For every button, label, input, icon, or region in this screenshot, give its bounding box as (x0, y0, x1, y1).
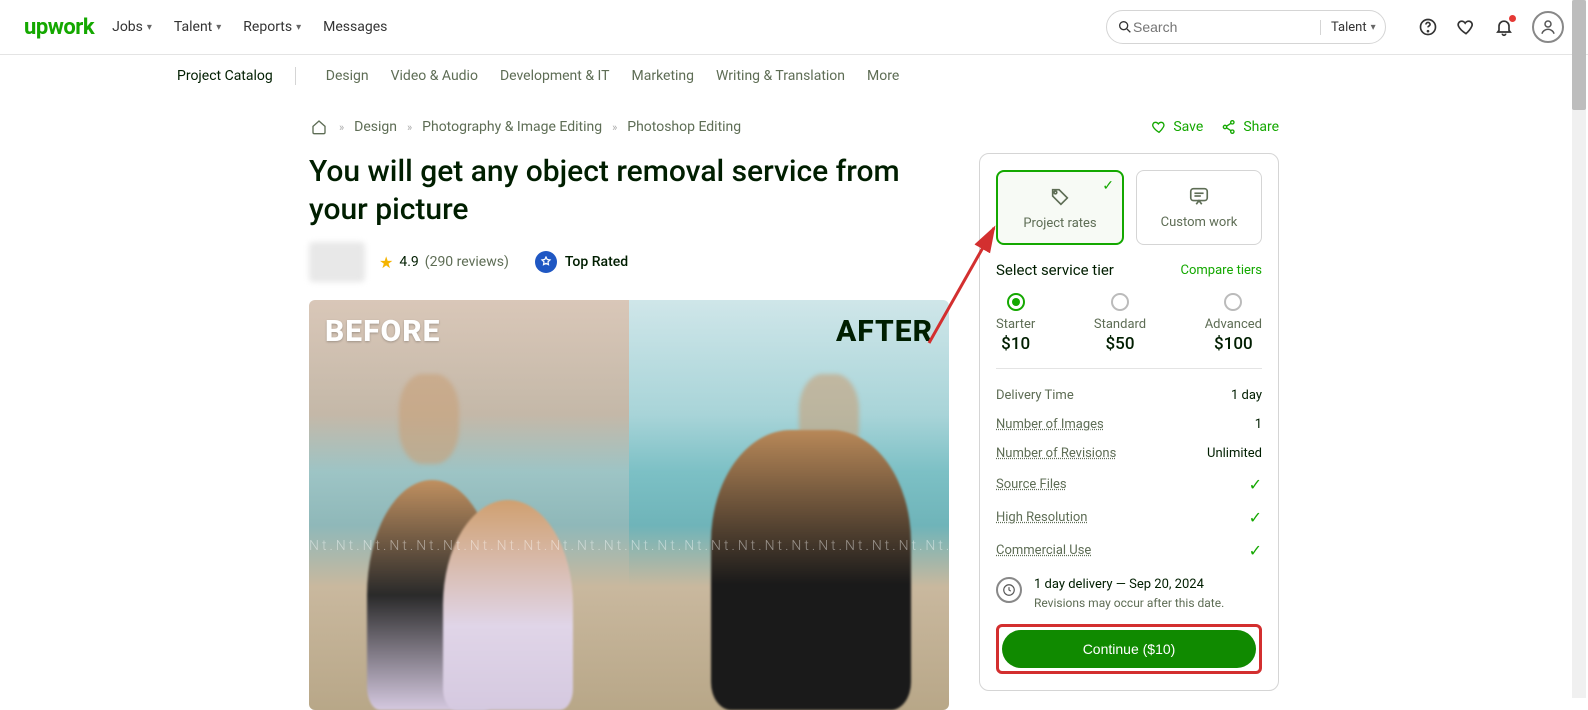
feat-source-k[interactable]: Source Files (996, 477, 1067, 492)
tier-name: Standard (1094, 317, 1146, 332)
chevron-down-icon: ▾ (147, 22, 152, 33)
subnav-more[interactable]: More (867, 68, 899, 84)
feat-highres-k[interactable]: High Resolution (996, 510, 1087, 525)
top-rated-badge: Top Rated (535, 251, 628, 273)
search-bar[interactable]: Talent▾ (1106, 10, 1386, 44)
search-scope[interactable]: Talent▾ (1320, 20, 1376, 35)
tier-standard[interactable]: Standard $50 (1094, 293, 1146, 354)
feat-revisions-k[interactable]: Number of Revisions (996, 446, 1116, 461)
crumb-photoshop[interactable]: Photoshop Editing (627, 119, 741, 135)
badge-icon (535, 251, 557, 273)
tab-project-rates[interactable]: ✓ Project rates (996, 170, 1124, 245)
chevron-down-icon: ▾ (216, 22, 221, 33)
before-label: BEFORE (325, 314, 440, 349)
breadcrumb: » Design » Photography & Image Editing »… (309, 117, 741, 137)
after-label: AFTER (836, 314, 933, 349)
delivery-note: Revisions may occur after this date. (1034, 596, 1224, 610)
subnav-marketing[interactable]: Marketing (631, 68, 694, 84)
subnav-video[interactable]: Video & Audio (391, 68, 478, 84)
breadcrumb-sep: » (612, 121, 617, 134)
subnav-design[interactable]: Design (326, 68, 369, 84)
feat-delivery-v: 1 day (1231, 388, 1262, 403)
search-icon (1117, 17, 1133, 37)
page-title: You will get any object removal service … (309, 153, 949, 228)
author-thumb[interactable] (309, 242, 365, 282)
hero-image[interactable]: BEFORE AFTER Nt.Nt.Nt.Nt.Nt.Nt.Nt.Nt.Nt.… (309, 300, 949, 710)
feat-images-k[interactable]: Number of Images (996, 417, 1104, 432)
tier-starter[interactable]: Starter $10 (996, 293, 1035, 354)
star-icon: ★ (379, 253, 393, 272)
select-tier-label: Select service tier (996, 261, 1114, 279)
tier-name: Advanced (1205, 317, 1262, 332)
cta-highlight: Continue ($10) (996, 624, 1262, 674)
feat-commercial-k[interactable]: Commercial Use (996, 543, 1091, 558)
subnav-dev[interactable]: Development & IT (500, 68, 610, 84)
share-button[interactable]: Share (1221, 119, 1279, 135)
help-icon[interactable] (1418, 17, 1438, 37)
scrollbar[interactable] (1572, 0, 1586, 698)
tag-icon (1049, 186, 1071, 208)
nav-messages[interactable]: Messages (323, 19, 387, 35)
check-icon: ✓ (1249, 475, 1262, 494)
delivery-line: 1 day delivery — Sep 20, 2024 (1034, 577, 1224, 592)
continue-button[interactable]: Continue ($10) (1002, 630, 1256, 668)
home-icon[interactable] (309, 117, 329, 137)
bell-icon[interactable] (1494, 17, 1514, 37)
scrollbar-thumb[interactable] (1572, 0, 1586, 110)
tab-rates-label: Project rates (1023, 216, 1096, 231)
subnav-writing[interactable]: Writing & Translation (716, 68, 845, 84)
crumb-design[interactable]: Design (354, 119, 397, 135)
check-icon: ✓ (1102, 178, 1114, 194)
crumb-photo[interactable]: Photography & Image Editing (422, 119, 602, 135)
search-input[interactable] (1133, 19, 1314, 35)
top-nav: Jobs▾ Talent▾ Reports▾ Messages (112, 19, 387, 35)
breadcrumb-sep: » (339, 121, 344, 134)
compare-tiers-link[interactable]: Compare tiers (1181, 263, 1262, 278)
nav-talent[interactable]: Talent▾ (174, 19, 221, 35)
chevron-down-icon: ▾ (296, 22, 301, 33)
tier-price: $50 (1094, 334, 1146, 354)
radio-off[interactable] (1111, 293, 1129, 311)
feat-delivery-k: Delivery Time (996, 388, 1074, 403)
heart-icon[interactable] (1456, 17, 1476, 37)
tab-custom-work[interactable]: Custom work (1136, 170, 1262, 245)
chat-icon (1188, 185, 1210, 207)
reviews-count[interactable]: (290 reviews) (425, 254, 509, 270)
top-rated-label: Top Rated (565, 254, 628, 270)
rating: ★ 4.9 (290 reviews) (379, 253, 509, 272)
check-icon: ✓ (1249, 541, 1262, 560)
tier-price: $10 (996, 334, 1035, 354)
feat-revisions-v: Unlimited (1207, 446, 1262, 461)
chevron-down-icon: ▾ (1371, 22, 1376, 33)
clock-icon (996, 577, 1022, 603)
pricing-card: ✓ Project rates Custom work Select servi… (979, 153, 1279, 691)
divider (295, 67, 296, 85)
logo[interactable]: upwork (24, 15, 94, 40)
nav-jobs[interactable]: Jobs▾ (112, 19, 152, 35)
tier-price: $100 (1205, 334, 1262, 354)
radio-off[interactable] (1224, 293, 1242, 311)
share-label: Share (1243, 119, 1279, 135)
nav-reports[interactable]: Reports▾ (243, 19, 301, 35)
feat-images-v: 1 (1255, 417, 1262, 432)
tier-advanced[interactable]: Advanced $100 (1205, 293, 1262, 354)
check-icon: ✓ (1249, 508, 1262, 527)
save-button[interactable]: Save (1151, 119, 1203, 135)
avatar[interactable] (1532, 11, 1564, 43)
save-label: Save (1173, 119, 1203, 135)
watermark: Nt.Nt.Nt.Nt.Nt.Nt.Nt.Nt.Nt.Nt.Nt.Nt.Nt.N… (309, 538, 949, 554)
tier-name: Starter (996, 317, 1035, 332)
breadcrumb-sep: » (407, 121, 412, 134)
tab-custom-label: Custom work (1161, 215, 1238, 230)
radio-on[interactable] (1007, 293, 1025, 311)
subnav-lead[interactable]: Project Catalog (177, 68, 273, 84)
rating-value: 4.9 (399, 254, 418, 270)
